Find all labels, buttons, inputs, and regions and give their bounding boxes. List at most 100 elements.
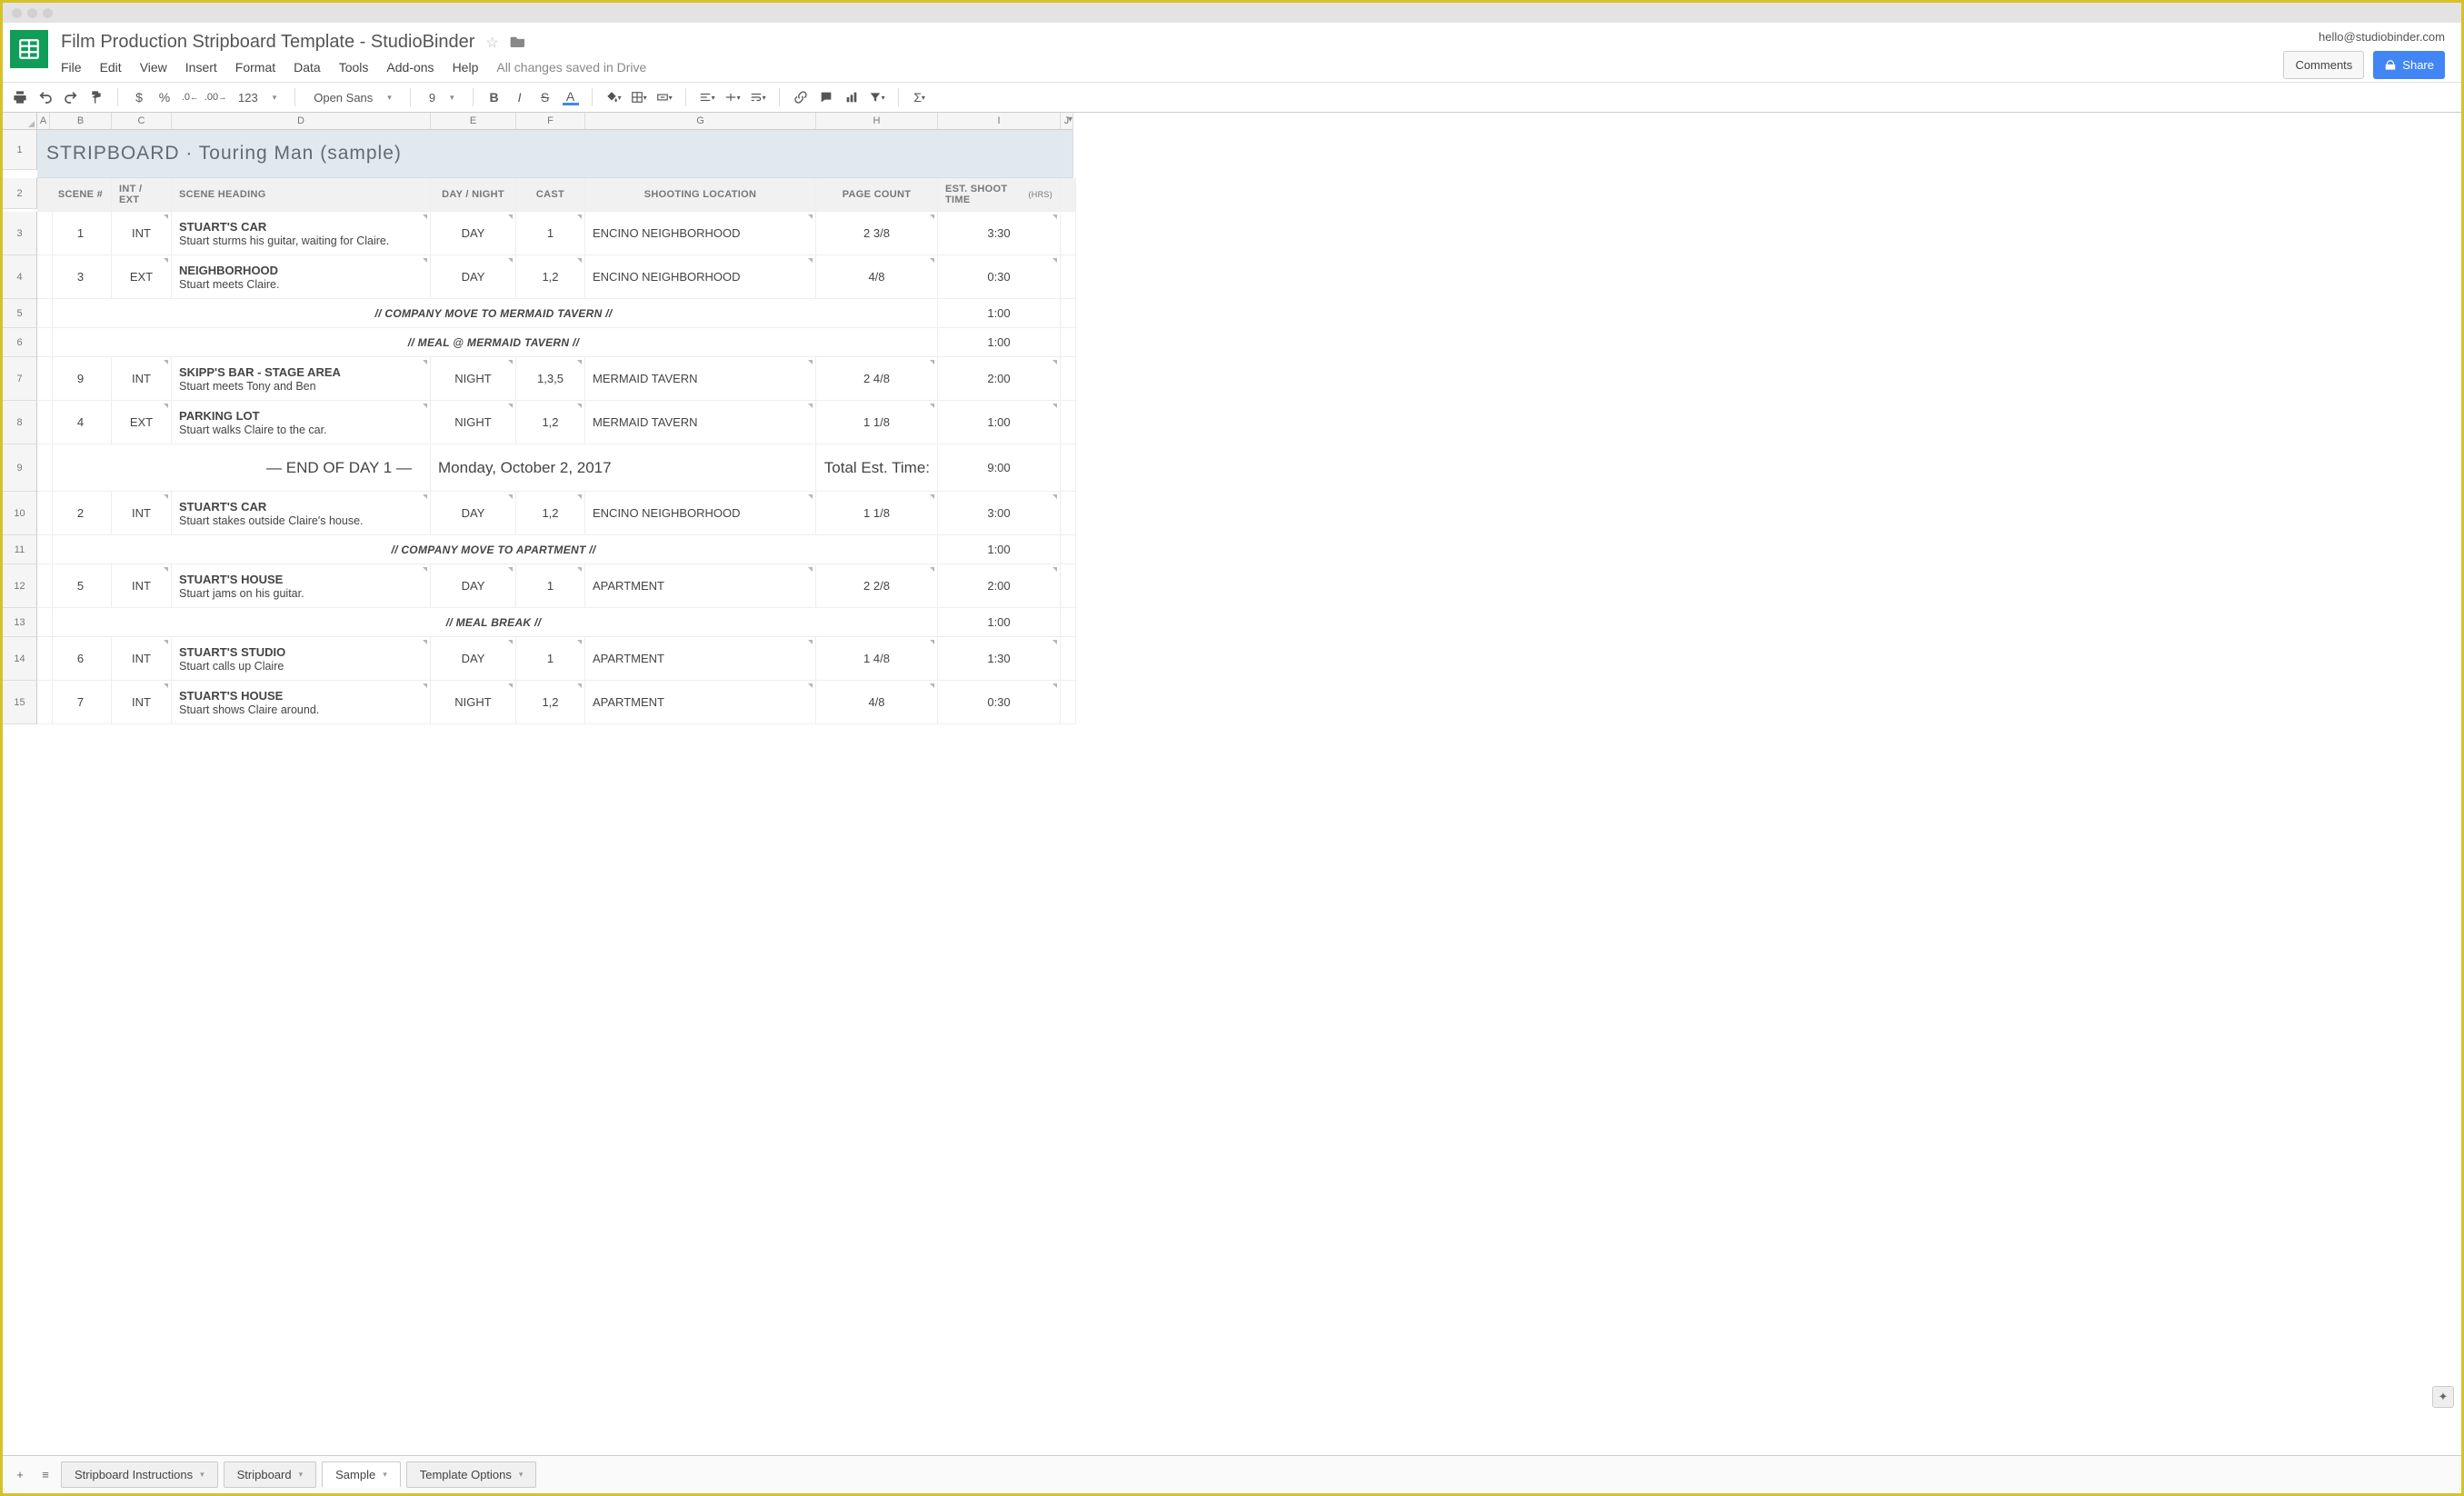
header-location[interactable]: SHOOTING LOCATION [585,178,816,212]
scene-cast[interactable]: 1,3,5 [516,357,585,401]
bold-icon[interactable]: B [486,89,503,105]
dropdown-icon[interactable] [577,494,582,499]
dropdown-icon[interactable] [808,258,813,263]
scene-cast[interactable]: 1 [516,212,585,255]
band-gap2[interactable] [1061,328,1076,357]
band-time[interactable]: 1:00 [938,299,1061,328]
scene-page-count[interactable]: 4/8 [816,255,938,299]
dropdown-icon[interactable] [930,258,934,263]
scene-location[interactable]: APARTMENT [585,681,816,724]
decrease-decimal-icon[interactable]: .0← [182,89,198,105]
scene-location[interactable]: APARTMENT [585,564,816,608]
header-scene-no[interactable]: SCENE # [50,178,112,212]
row-header[interactable]: 4 [3,255,37,299]
dropdown-icon[interactable] [508,258,513,263]
share-button[interactable]: Share [2373,51,2445,79]
star-icon[interactable]: ☆ [485,34,498,52]
print-icon[interactable] [12,89,28,105]
dropdown-icon[interactable] [423,494,427,499]
band-gap2[interactable] [1061,608,1076,637]
scene-day-night[interactable]: NIGHT [431,681,516,724]
dropdown-icon[interactable] [508,494,513,499]
row-header[interactable]: 15 [3,681,37,724]
format-percent-icon[interactable]: % [156,89,173,105]
row-header[interactable]: 1 [3,130,37,170]
row-header[interactable]: 9 [3,444,37,492]
filter-icon[interactable]: ▾ [869,89,885,105]
tab-stripboard-instructions[interactable]: Stripboard Instructions▾ [61,1461,218,1488]
dropdown-icon[interactable] [930,214,934,219]
scene-gap2[interactable] [1061,637,1076,681]
dropdown-icon[interactable] [164,214,168,219]
header-scene-heading[interactable]: SCENE HEADING [172,178,431,212]
scene-cast[interactable]: 1,2 [516,255,585,299]
dropdown-icon[interactable] [1052,683,1057,688]
merge-cells-icon[interactable]: ▾ [656,89,673,105]
scene-int-ext[interactable]: INT [112,492,172,535]
dropdown-icon[interactable] [930,360,934,364]
dropdown-icon[interactable] [808,404,813,408]
all-sheets-button[interactable]: ≡ [35,1465,55,1485]
scene-page-count[interactable]: 2 2/8 [816,564,938,608]
fontsize-dropdown[interactable]: 9 [424,89,460,106]
scene-number[interactable]: 5 [50,564,112,608]
menu-file[interactable]: File [61,60,82,75]
scene-location[interactable]: APARTMENT [585,637,816,681]
band-time[interactable]: 1:00 [938,535,1061,564]
scene-int-ext[interactable]: INT [112,212,172,255]
dropdown-icon[interactable] [808,640,813,644]
row-header[interactable]: 7 [3,357,37,401]
menu-edit[interactable]: Edit [100,60,122,75]
dropdown-icon[interactable] [423,360,427,364]
dropdown-icon[interactable] [1052,214,1057,219]
scene-shoot-time[interactable]: 0:30 [938,681,1061,724]
scene-number[interactable]: 6 [50,637,112,681]
functions-icon[interactable]: Σ▾ [912,89,928,105]
dropdown-icon[interactable] [930,494,934,499]
scene-page-count[interactable]: 4/8 [816,681,938,724]
sheets-logo-icon[interactable] [10,30,48,68]
traffic-close-icon[interactable] [12,8,22,18]
header-gap2[interactable] [1061,178,1076,212]
scene-day-night[interactable]: DAY [431,212,516,255]
header-cast[interactable]: CAST [516,178,585,212]
dropdown-icon[interactable] [508,567,513,572]
band-label[interactable]: // COMPANY MOVE TO MERMAID TAVERN // [50,299,938,328]
chart-icon[interactable] [843,89,860,105]
scene-location[interactable]: ENCINO NEIGHBORHOOD [585,212,816,255]
scene-number[interactable]: 7 [50,681,112,724]
link-icon[interactable] [793,89,809,105]
comment-icon[interactable] [818,89,834,105]
band-label[interactable]: // COMPANY MOVE TO APARTMENT // [50,535,938,564]
row-header[interactable]: 2 [3,178,37,209]
band-time[interactable]: 1:00 [938,328,1061,357]
scene-heading[interactable]: STUART'S HOUSEStuart jams on his guitar. [172,564,431,608]
band-time[interactable]: 1:00 [938,608,1061,637]
col-header-G[interactable]: G [585,113,816,130]
sheet-title[interactable]: STRIPBOARD · Touring Man (sample) [37,130,1073,178]
scene-gap2[interactable] [1061,564,1076,608]
scene-day-night[interactable]: DAY [431,564,516,608]
scene-cast[interactable]: 1 [516,637,585,681]
dropdown-icon[interactable] [423,258,427,263]
scene-number[interactable]: 3 [50,255,112,299]
scene-page-count[interactable]: 2 3/8 [816,212,938,255]
dropdown-icon[interactable] [577,404,582,408]
row-header[interactable]: 8 [3,401,37,444]
borders-icon[interactable]: ▾ [631,89,647,105]
explore-button[interactable]: ✦ [2432,1386,2454,1408]
dropdown-icon[interactable] [164,494,168,499]
scene-location[interactable]: MERMAID TAVERN [585,357,816,401]
dropdown-icon[interactable] [423,214,427,219]
dropdown-icon[interactable] [1052,404,1057,408]
row-header[interactable]: 14 [3,637,37,681]
scene-page-count[interactable]: 2 4/8 [816,357,938,401]
band-label[interactable]: // MEAL BREAK // [50,608,938,637]
scene-shoot-time[interactable]: 3:00 [938,492,1061,535]
strike-icon[interactable]: S [537,89,554,105]
band-label[interactable]: // MEAL @ MERMAID TAVERN // [50,328,938,357]
wrap-icon[interactable]: ▾ [750,89,766,105]
menu-format[interactable]: Format [235,60,275,75]
dropdown-icon[interactable] [930,567,934,572]
dropdown-icon[interactable] [423,640,427,644]
